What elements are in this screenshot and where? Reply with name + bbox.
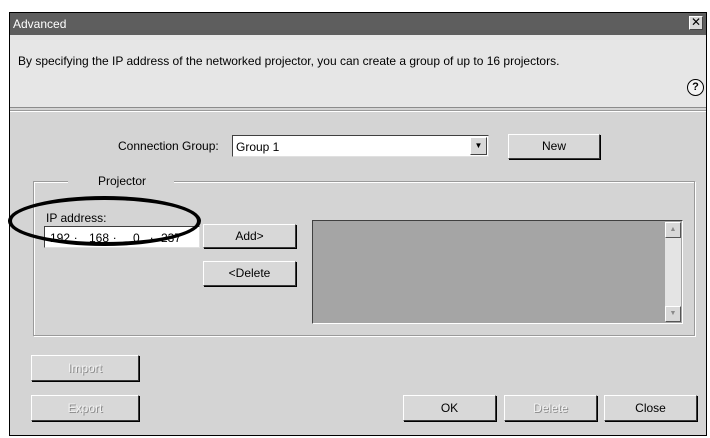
ip-address-field[interactable]: 192 . 168 . 0 . 237 xyxy=(44,226,200,248)
chevron-down-icon[interactable]: ▼ xyxy=(470,137,487,155)
close-icon[interactable]: ✕ xyxy=(689,16,703,30)
help-icon[interactable]: ? xyxy=(687,79,704,96)
close-button[interactable]: Close xyxy=(604,395,697,421)
window-title: Advanced xyxy=(13,17,67,31)
header-pane: By specifying the IP address of the netw… xyxy=(10,35,706,108)
connection-group-select[interactable]: Group 1 ▼ xyxy=(232,135,489,157)
new-group-button[interactable]: New xyxy=(508,134,600,159)
ip-octet-1[interactable]: 192 xyxy=(50,231,70,245)
scroll-down-icon[interactable]: ▼ xyxy=(665,306,681,322)
delete-from-list-button[interactable]: <Delete xyxy=(203,261,296,286)
list-scrollbar[interactable]: ▲ ▼ xyxy=(665,222,681,322)
projector-group-title: Projector xyxy=(68,174,175,188)
connection-group-label: Connection Group: xyxy=(118,139,219,153)
ip-octet-3[interactable]: 0 xyxy=(133,231,140,245)
title-bar: Advanced ✕ xyxy=(10,13,706,35)
header-divider xyxy=(10,110,706,112)
connection-group-value: Group 1 xyxy=(236,140,280,154)
export-button[interactable]: Export xyxy=(31,395,139,421)
ip-octet-4[interactable]: 237 xyxy=(161,231,181,245)
ok-button[interactable]: OK xyxy=(403,395,496,421)
scroll-up-icon[interactable]: ▲ xyxy=(665,222,681,238)
ip-address-label: IP address: xyxy=(46,211,107,225)
description-text: By specifying the IP address of the netw… xyxy=(18,54,560,68)
add-button[interactable]: Add> xyxy=(203,224,296,248)
delete-button[interactable]: Delete xyxy=(504,395,597,421)
projector-list[interactable]: ▲ ▼ xyxy=(312,220,683,324)
import-button[interactable]: Import xyxy=(31,355,139,381)
ip-octet-2[interactable]: 168 xyxy=(89,231,109,245)
